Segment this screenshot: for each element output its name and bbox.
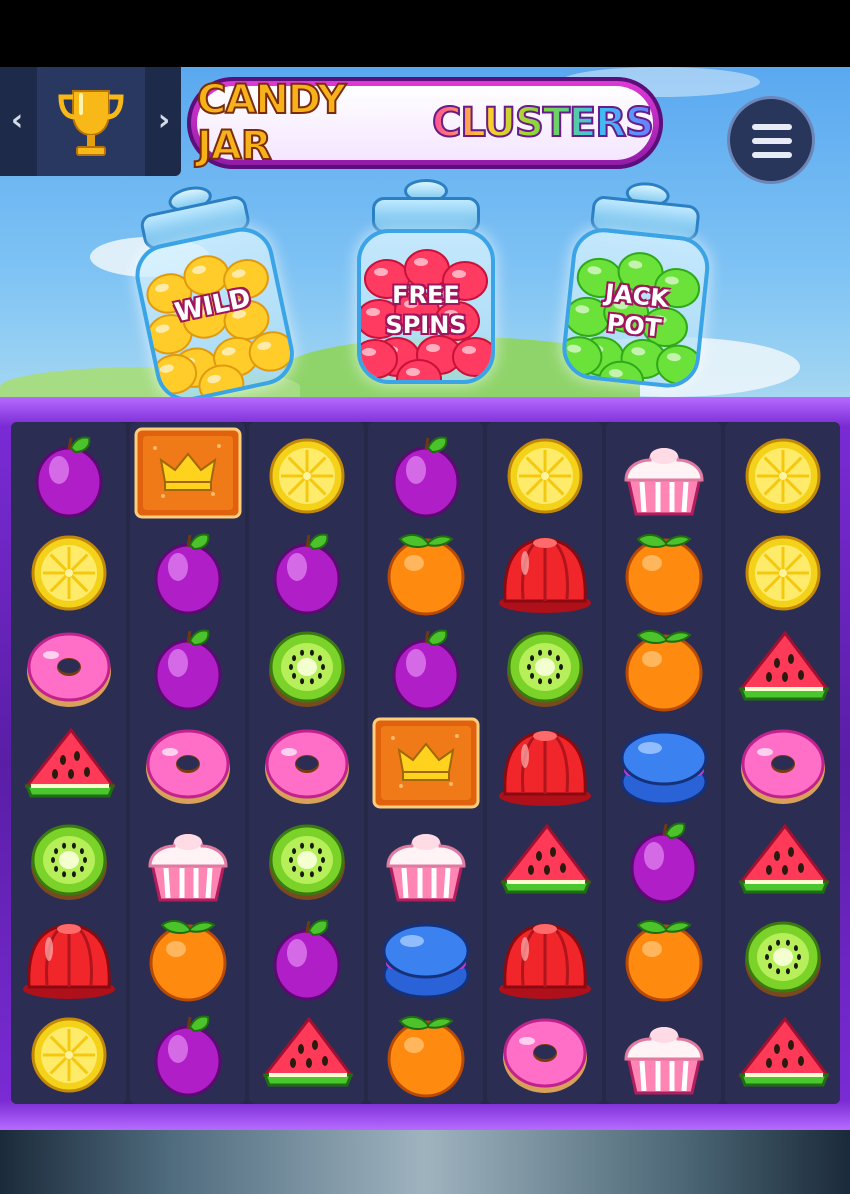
symbol-orange[interactable] (376, 523, 476, 619)
symbol-watermelon[interactable] (257, 1005, 357, 1101)
reel-grid (11, 422, 840, 1104)
symbol-kiwi[interactable] (257, 619, 357, 715)
symbol-jelly[interactable] (19, 909, 119, 1005)
symbol-kiwi[interactable] (733, 909, 833, 1005)
symbol-kiwi[interactable] (19, 812, 119, 908)
game-screen: ‹ › CANDY JAR CLUSTERS WILD FREE SPINS J… (0, 67, 850, 1194)
prev-arrow-button[interactable]: ‹ (2, 103, 32, 139)
symbol-wild[interactable] (133, 426, 243, 522)
logo-word-candy-jar: CANDY JAR (196, 76, 347, 170)
symbol-macaron[interactable] (376, 909, 476, 1005)
symbol-wild[interactable] (371, 716, 481, 812)
symbol-jelly[interactable] (495, 909, 595, 1005)
symbol-lemon[interactable] (257, 426, 357, 522)
symbol-donut[interactable] (257, 716, 357, 812)
trophy-icon (58, 90, 124, 156)
jar-label-free: FREE (392, 281, 460, 309)
symbol-orange[interactable] (614, 909, 714, 1005)
symbol-kiwi[interactable] (257, 812, 357, 908)
symbol-watermelon[interactable] (19, 716, 119, 812)
symbol-cupcake[interactable] (376, 812, 476, 908)
symbol-cupcake[interactable] (138, 812, 238, 908)
symbol-cupcake[interactable] (614, 1005, 714, 1101)
hamburger-menu-icon (752, 124, 792, 130)
free-spins-jar: FREE SPINS (355, 179, 497, 389)
symbol-lemon[interactable] (733, 426, 833, 522)
symbol-lemon[interactable] (19, 1005, 119, 1101)
symbol-lemon[interactable] (495, 426, 595, 522)
symbol-plum[interactable] (138, 1005, 238, 1101)
symbol-watermelon[interactable] (733, 619, 833, 715)
symbol-jelly[interactable] (495, 523, 595, 619)
symbol-plum[interactable] (138, 619, 238, 715)
symbol-donut[interactable] (733, 716, 833, 812)
symbol-plum[interactable] (614, 812, 714, 908)
trophy-button[interactable] (37, 67, 145, 176)
symbol-lemon[interactable] (19, 523, 119, 619)
symbol-donut[interactable] (138, 716, 238, 812)
jar-label-spins: SPINS (385, 311, 467, 339)
symbol-macaron[interactable] (614, 716, 714, 812)
symbol-orange[interactable] (376, 1005, 476, 1101)
symbol-orange[interactable] (614, 619, 714, 715)
menu-button[interactable] (727, 96, 815, 184)
symbol-orange[interactable] (614, 523, 714, 619)
leaderboard-panel: ‹ › (0, 67, 181, 176)
symbol-watermelon[interactable] (495, 812, 595, 908)
symbol-plum[interactable] (257, 523, 357, 619)
symbol-plum[interactable] (257, 909, 357, 1005)
symbol-orange[interactable] (138, 909, 238, 1005)
bottom-bar (0, 1130, 850, 1194)
symbol-donut[interactable] (19, 619, 119, 715)
symbol-watermelon[interactable] (733, 812, 833, 908)
symbol-plum[interactable] (138, 523, 238, 619)
logo-word-clusters: CLUSTERS (431, 99, 655, 147)
symbol-jelly[interactable] (495, 716, 595, 812)
symbol-plum[interactable] (19, 426, 119, 522)
symbol-kiwi[interactable] (495, 619, 595, 715)
symbol-donut[interactable] (495, 1005, 595, 1101)
symbol-plum[interactable] (376, 426, 476, 522)
symbol-watermelon[interactable] (733, 1005, 833, 1101)
symbol-cupcake[interactable] (614, 426, 714, 522)
game-logo: CANDY JAR CLUSTERS (187, 76, 663, 170)
symbol-lemon[interactable] (733, 523, 833, 619)
symbol-plum[interactable] (376, 619, 476, 715)
jackpot-jar: JACK POT (556, 175, 719, 399)
next-arrow-button[interactable]: › (149, 103, 179, 139)
